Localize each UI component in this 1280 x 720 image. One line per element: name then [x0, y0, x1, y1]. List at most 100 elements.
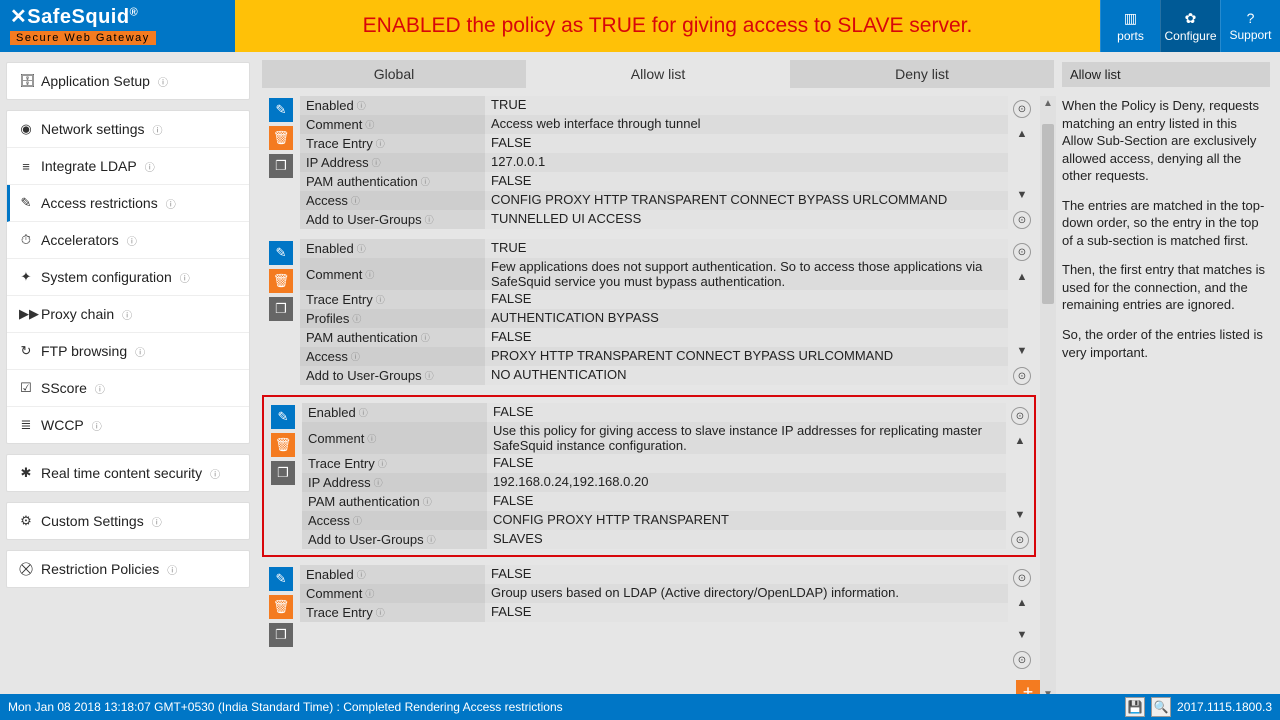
info-icon: ⓘ [167, 562, 177, 577]
sidebar-item-restriction-policies[interactable]: ⛒Restriction Policies ⓘ [7, 551, 249, 587]
sidebar-item-wccp[interactable]: ≣WCCP ⓘ [7, 407, 249, 443]
topnav-configure[interactable]: ✿Configure [1160, 0, 1220, 52]
move-up-button[interactable]: ▲ [1017, 271, 1028, 283]
tab-global[interactable]: Global [262, 60, 526, 88]
info-icon: ⓘ [95, 381, 105, 396]
help-title: Allow list [1062, 62, 1270, 87]
clone-button[interactable]: ❐ [271, 461, 295, 485]
field-label: Enabled ⓘ [300, 239, 485, 258]
move-down-button[interactable]: ▼ [1017, 189, 1028, 201]
policy-row: Profiles ⓘAUTHENTICATION BYPASS [300, 309, 1008, 328]
policy-entry: ✎ 🗑 ❐ Enabled ⓘ FALSEComment ⓘUse this polic… [262, 395, 1036, 557]
policy-row: Enabled ⓘTRUE [300, 96, 1008, 115]
info-icon: ⓘ [353, 514, 362, 527]
info-icon: ⓘ [357, 568, 366, 581]
field-value: FALSE [487, 454, 1006, 473]
info-icon: ⓘ [357, 99, 366, 112]
move-down-button[interactable]: ▼ [1015, 509, 1026, 521]
move-bottom-button[interactable]: ⊙ [1013, 651, 1031, 669]
policy-row: PAM authentication ⓘFALSE [300, 172, 1008, 191]
info-icon: ⓘ [365, 118, 374, 131]
field-label: Enabled ⓘ [302, 403, 487, 422]
sidebar-item-accelerators[interactable]: ⏱Accelerators ⓘ [7, 222, 249, 259]
banner-message: ENABLED the policy as TRUE for giving ac… [235, 0, 1100, 52]
info-icon: ⓘ [122, 307, 132, 322]
move-down-button[interactable]: ▼ [1017, 629, 1028, 641]
info-icon: ⓘ [425, 213, 434, 226]
move-bottom-button[interactable]: ⊙ [1013, 367, 1031, 385]
sidebar-item-system-configuration[interactable]: ✦ System configuration ⓘ [7, 259, 249, 296]
sidebar-item-application-setup[interactable]: 🗄Application Setup ⓘ [7, 63, 249, 99]
move-down-button[interactable]: ▼ [1017, 345, 1028, 357]
save-icon[interactable]: 💾 [1125, 697, 1145, 717]
edit-button[interactable]: ✎ [271, 405, 295, 429]
clone-button[interactable]: ❐ [269, 297, 293, 321]
info-icon: ⓘ [421, 175, 430, 188]
info-icon: ⓘ [92, 418, 102, 433]
clone-button[interactable]: ❐ [269, 154, 293, 178]
edit-button[interactable]: ✎ [269, 241, 293, 265]
help-paragraph: The entries are matched in the top-down … [1062, 197, 1270, 250]
scrollbar[interactable]: ▲ ▼ [1040, 96, 1056, 694]
field-label: Access ⓘ [300, 347, 485, 366]
sidebar-item-access-restrictions[interactable]: ✎Access restrictions ⓘ [7, 185, 249, 222]
field-label: Trace Entry ⓘ [302, 454, 487, 473]
edit-button[interactable]: ✎ [269, 567, 293, 591]
field-label: Trace Entry ⓘ [300, 603, 485, 622]
policy-row: IP Address ⓘ192.168.0.24,192.168.0.20 [302, 473, 1006, 492]
policy-row: Comment ⓘGroup users based on LDAP (Acti… [300, 584, 1008, 603]
menu-icon: ≣ [19, 417, 33, 433]
field-label: Trace Entry ⓘ [300, 290, 485, 309]
policy-row: Add to User-Groups ⓘNO AUTHENTICATION [300, 366, 1008, 385]
add-policy-button[interactable]: + [1016, 680, 1040, 694]
sidebar-item-proxy-chain[interactable]: ▶▶Proxy chain ⓘ [7, 296, 249, 333]
menu-icon: ≡ [19, 159, 33, 174]
move-top-button[interactable]: ⊙ [1013, 243, 1031, 261]
policy-row: Access ⓘPROXY HTTP TRANSPARENT CONNECT B… [300, 347, 1008, 366]
policy-row: Comment ⓘUse this policy for giving acce… [302, 422, 1006, 454]
info-icon: ⓘ [166, 196, 176, 211]
delete-button[interactable]: 🗑 [269, 269, 293, 293]
info-icon: ⓘ [145, 159, 155, 174]
tab-deny-list[interactable]: Deny list [790, 60, 1054, 88]
move-up-button[interactable]: ▲ [1017, 597, 1028, 609]
sidebar-item-custom-settings[interactable]: ⚙Custom Settings ⓘ [7, 503, 249, 539]
sidebar-item-sscore[interactable]: ☑SScore ⓘ [7, 370, 249, 407]
move-top-button[interactable]: ⊙ [1013, 569, 1031, 587]
field-value: PROXY HTTP TRANSPARENT CONNECT BYPASS UR… [485, 347, 1008, 366]
policy-row: Access ⓘCONFIG PROXY HTTP TRANSPARENT CO… [300, 191, 1008, 210]
field-value: TRUE [485, 239, 1008, 258]
field-value: AUTHENTICATION BYPASS [485, 309, 1008, 328]
field-label: Profiles ⓘ [300, 309, 485, 328]
tab-allow-list[interactable]: Allow list [526, 60, 790, 88]
field-label: Comment ⓘ [302, 422, 487, 454]
move-top-button[interactable]: ⊙ [1011, 407, 1029, 425]
field-value: TRUE [485, 96, 1008, 115]
delete-button[interactable]: 🗑 [269, 126, 293, 150]
move-up-button[interactable]: ▲ [1017, 128, 1028, 140]
info-icon: ⓘ [180, 270, 190, 285]
sidebar-item-real-time-content-security[interactable]: ✱Real time content security ⓘ [7, 455, 249, 491]
sidebar-item-network-settings[interactable]: ◉Network settings ⓘ [7, 111, 249, 148]
topnav-support[interactable]: ?Support [1220, 0, 1280, 52]
move-bottom-button[interactable]: ⊙ [1013, 211, 1031, 229]
search-icon[interactable]: 🔍 [1151, 697, 1171, 717]
sidebar-item-integrate-ldap[interactable]: ≡Integrate LDAP ⓘ [7, 148, 249, 185]
clone-button[interactable]: ❐ [269, 623, 293, 647]
sidebar-item-label: System configuration [41, 269, 172, 285]
policy-row: PAM authentication ⓘFALSE [302, 492, 1006, 511]
field-label: PAM authentication ⓘ [300, 328, 485, 347]
delete-button[interactable]: 🗑 [269, 595, 293, 619]
info-icon: ⓘ [367, 432, 376, 445]
menu-icon: ▶▶ [19, 306, 33, 322]
sidebar-item-ftp-browsing[interactable]: ↻FTP browsing ⓘ [7, 333, 249, 370]
delete-button[interactable]: 🗑 [271, 433, 295, 457]
move-up-button[interactable]: ▲ [1015, 435, 1026, 447]
move-bottom-button[interactable]: ⊙ [1011, 531, 1029, 549]
menu-icon: ⛒ [19, 561, 33, 577]
move-top-button[interactable]: ⊙ [1013, 100, 1031, 118]
field-label: PAM authentication ⓘ [300, 172, 485, 191]
edit-button[interactable]: ✎ [269, 98, 293, 122]
topnav-ports[interactable]: ▥ports [1100, 0, 1160, 52]
menu-icon: ✦ [19, 269, 33, 285]
